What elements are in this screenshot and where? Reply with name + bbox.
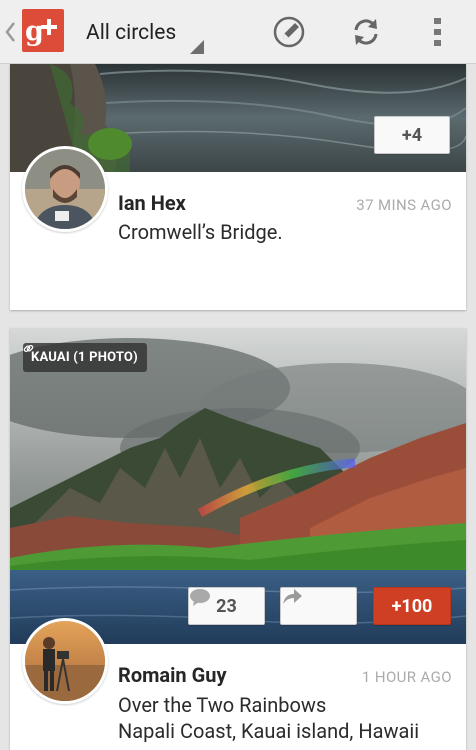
author-name[interactable]: Ian Hex <box>118 191 186 215</box>
post-text: Cromwell’s Bridge. <box>118 219 283 245</box>
refresh-icon[interactable] <box>348 14 384 50</box>
album-label: KAUAI (1 PHOTO) <box>31 350 138 365</box>
chevron-left-icon[interactable] <box>4 21 16 43</box>
link-icon <box>23 344 34 353</box>
author-name[interactable]: Romain Guy <box>118 663 227 687</box>
post-text: Over the Two Rainbows Napali Coast, Kaua… <box>118 692 419 744</box>
post-text-line: Napali Coast, Kauai island, Hawaii <box>118 719 420 743</box>
post-text-line: Cromwell’s Bridge. <box>118 220 283 244</box>
post-timestamp: 1 HOUR AGO <box>361 668 452 686</box>
comments-button[interactable]: 23 <box>188 587 265 625</box>
pencil-icon[interactable] <box>271 14 307 50</box>
more-photos-count: +4 <box>401 124 423 146</box>
post-card[interactable]: +4 Ian Hex 37 MINS AGO Cromwell’s Bridge… <box>10 64 466 310</box>
spinner-indicator-icon <box>190 40 204 54</box>
comment-count: 23 <box>216 595 237 617</box>
post-photo[interactable]: KAUAI (1 PHOTO) 23 +100 <box>10 328 466 644</box>
avatar[interactable] <box>22 618 108 704</box>
post-card[interactable]: KAUAI (1 PHOTO) 23 +100 Romain Guy 1 HOU… <box>10 328 466 750</box>
post-text-line: Over the Two Rainbows <box>118 693 327 717</box>
comment-icon <box>190 589 210 606</box>
plus-one-button[interactable]: +100 <box>373 587 451 625</box>
avatar[interactable] <box>22 146 108 232</box>
album-link[interactable]: KAUAI (1 PHOTO) <box>23 343 147 372</box>
share-icon <box>283 589 302 604</box>
overflow-menu-icon[interactable] <box>420 14 456 50</box>
circles-spinner-label: All circles <box>86 21 177 45</box>
google-plus-logo[interactable]: g <box>22 9 64 52</box>
more-photos-button[interactable]: +4 <box>374 116 450 154</box>
plus-one-count: +100 <box>391 595 433 617</box>
post-timestamp: 37 MINS AGO <box>356 196 452 214</box>
svg-text:g: g <box>25 16 44 47</box>
circles-spinner[interactable]: All circles <box>72 8 206 56</box>
action-bar: g All circles <box>0 0 476 64</box>
stream[interactable]: +4 Ian Hex 37 MINS AGO Cromwell’s Bridge… <box>0 64 476 750</box>
share-button[interactable] <box>280 587 357 625</box>
